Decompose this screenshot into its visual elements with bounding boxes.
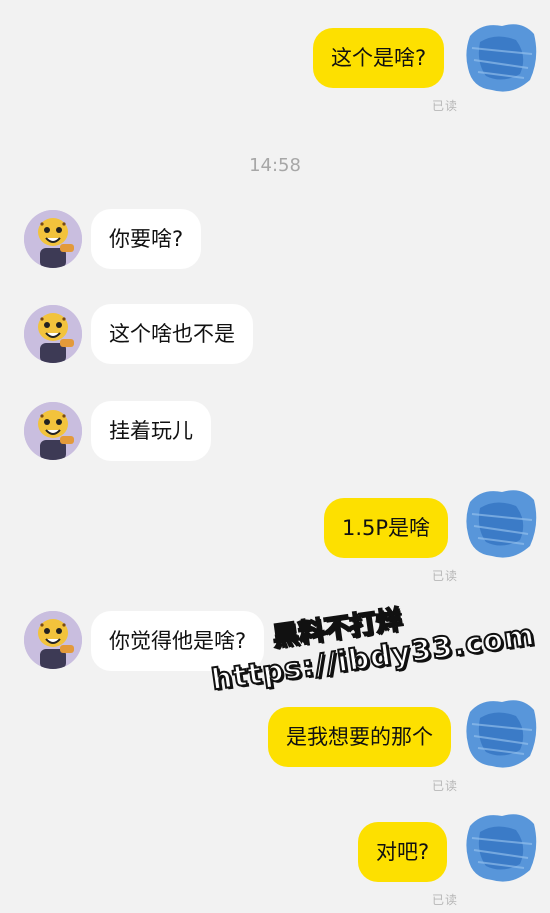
self-avatar-icon[interactable] (462, 694, 540, 772)
contact-avatar[interactable] (24, 611, 82, 669)
received-message-bubble[interactable]: 你要啥? (91, 209, 202, 269)
sent-message-bubble[interactable]: 对吧? (358, 822, 448, 882)
blurred-avatar-icon (466, 24, 537, 92)
read-receipt: 已读 (432, 569, 459, 583)
cartoon-cheetah-avatar-icon (24, 210, 82, 268)
sent-message-bubble[interactable]: 这个是啥? (313, 28, 445, 88)
received-message-bubble[interactable]: 挂着玩儿 (91, 401, 211, 461)
self-avatar-icon[interactable] (462, 484, 540, 562)
self-avatar-icon[interactable] (462, 18, 540, 96)
received-message-bubble[interactable]: 这个啥也不是 (91, 304, 253, 364)
blurred-avatar-icon (466, 490, 537, 558)
read-receipt: 已读 (432, 99, 459, 113)
contact-avatar[interactable] (24, 402, 82, 460)
sent-message-bubble[interactable]: 是我想要的那个 (268, 707, 451, 767)
time-divider: 14:58 (249, 155, 301, 176)
cartoon-cheetah-avatar-icon (24, 305, 82, 363)
read-receipt: 已读 (432, 893, 459, 907)
cartoon-cheetah-avatar-icon (24, 611, 82, 669)
blurred-avatar-icon (466, 700, 537, 768)
received-message-bubble[interactable]: 你觉得他是啥? (91, 611, 265, 671)
blurred-avatar-icon (466, 814, 537, 882)
contact-avatar[interactable] (24, 305, 82, 363)
contact-avatar[interactable] (24, 210, 82, 268)
read-receipt: 已读 (432, 779, 459, 793)
sent-message-bubble[interactable]: 1.5P是啥 (324, 498, 449, 558)
chat-screen: 这个是啥? 已读 14:58 你要啥? 这个啥也不是 挂着玩儿 1.5P是啥 已… (0, 0, 550, 913)
cartoon-cheetah-avatar-icon (24, 402, 82, 460)
self-avatar-icon[interactable] (462, 808, 540, 886)
watermark-title: 黑料不打烊 (270, 604, 405, 654)
